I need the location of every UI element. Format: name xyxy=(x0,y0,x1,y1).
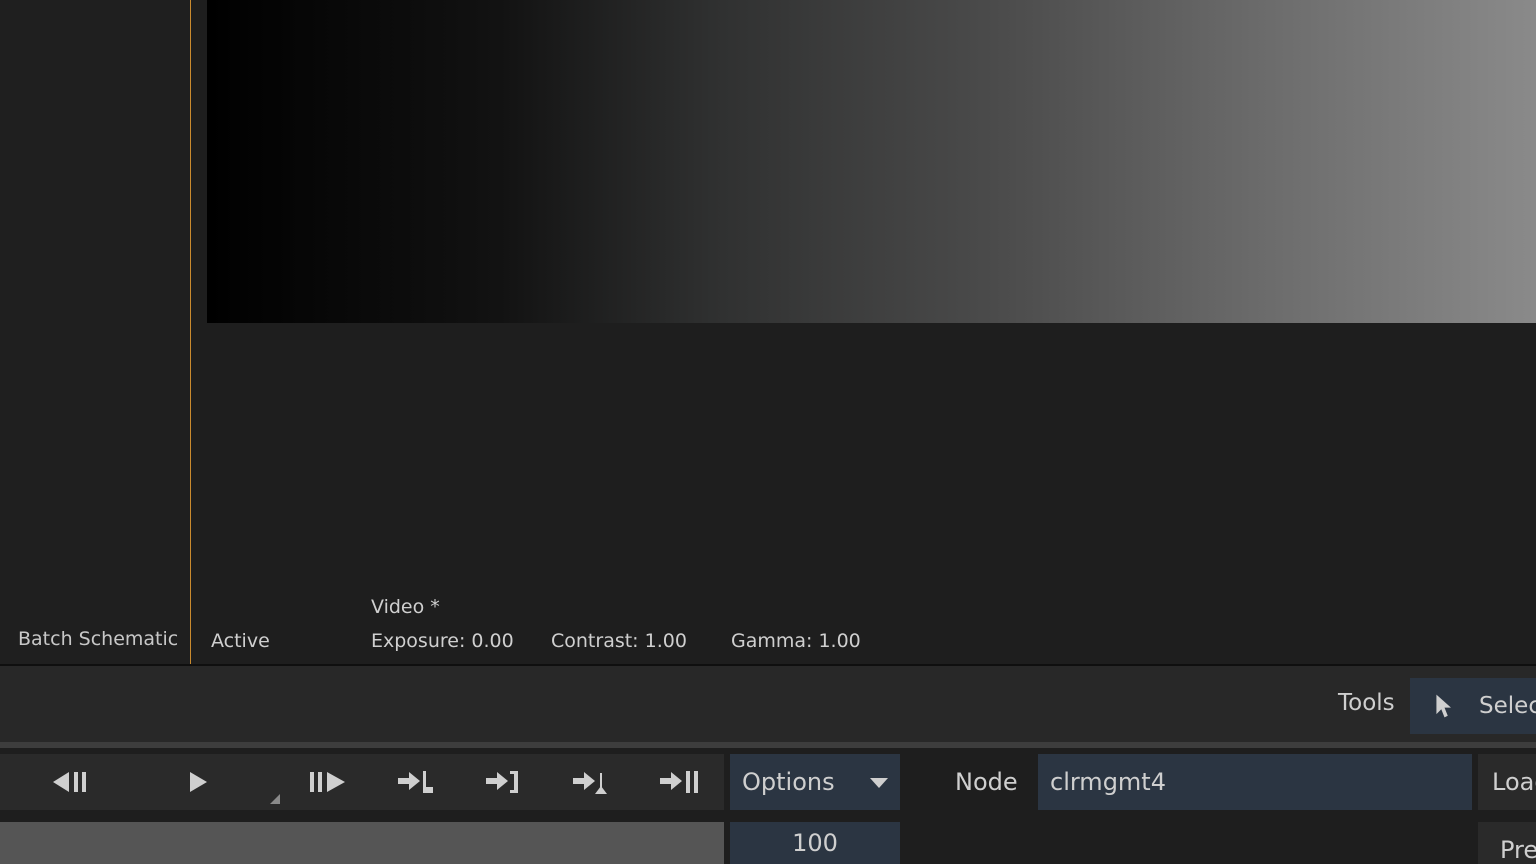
node-name-value: clrmgmt4 xyxy=(1050,768,1166,796)
go-to-in-button[interactable] xyxy=(388,764,444,800)
load-button[interactable]: Load xyxy=(1478,754,1536,810)
select-tool-button[interactable]: Select xyxy=(1410,678,1536,734)
go-to-in-icon xyxy=(398,771,433,793)
frame-number-value: 100 xyxy=(792,829,838,857)
viewer-exposure: Exposure: 0.00 xyxy=(371,630,514,652)
step-forward-button[interactable] xyxy=(299,764,355,800)
preview-label: Preview xyxy=(1500,836,1536,864)
step-back-button[interactable] xyxy=(43,764,99,800)
tools-bar: Tools Select xyxy=(0,666,1536,742)
select-tool-label: Select xyxy=(1479,693,1536,719)
play-button[interactable] xyxy=(170,764,226,800)
node-name-field[interactable]: clrmgmt4 xyxy=(1038,754,1472,810)
play-options-corner-icon[interactable] xyxy=(270,794,280,804)
viewer-video-label: Video * xyxy=(371,596,440,618)
options-label: Options xyxy=(742,768,835,796)
viewer-gamma: Gamma: 1.00 xyxy=(731,630,861,652)
step-back-icon xyxy=(53,772,86,792)
go-to-mark-button[interactable] xyxy=(563,764,619,800)
go-to-out-icon xyxy=(486,771,518,793)
go-to-out-button[interactable] xyxy=(476,764,532,800)
transport-bar xyxy=(0,754,724,810)
batch-schematic-panel[interactable]: Batch Schematic xyxy=(0,0,191,665)
node-label: Node xyxy=(955,768,1018,796)
player-controls: Options Node clrmgmt4 Load 100 Preview xyxy=(0,748,1536,864)
frame-number-field[interactable]: 100 xyxy=(730,822,900,864)
cursor-arrow-icon xyxy=(1436,694,1451,718)
go-to-end-icon xyxy=(660,771,698,793)
viewer-image[interactable] xyxy=(207,0,1536,323)
step-forward-icon xyxy=(310,772,345,792)
viewer-active-label: Active xyxy=(211,630,270,652)
batch-schematic-label: Batch Schematic xyxy=(18,628,179,650)
go-to-end-button[interactable] xyxy=(652,764,708,800)
app-window: Batch Schematic Active Video * Exposure:… xyxy=(0,0,1536,864)
viewer-contrast: Contrast: 1.00 xyxy=(551,630,687,652)
timeline-scrubber[interactable] xyxy=(0,822,724,864)
load-label: Load xyxy=(1492,768,1536,796)
chevron-down-icon xyxy=(870,778,888,788)
go-to-mark-icon xyxy=(573,772,607,794)
preview-button[interactable]: Preview xyxy=(1478,822,1536,864)
options-dropdown[interactable]: Options xyxy=(730,754,900,810)
play-icon xyxy=(190,772,207,792)
tools-label: Tools xyxy=(1338,690,1395,716)
viewer-panel[interactable]: Active Video * Exposure: 0.00 Contrast: … xyxy=(191,0,1536,664)
